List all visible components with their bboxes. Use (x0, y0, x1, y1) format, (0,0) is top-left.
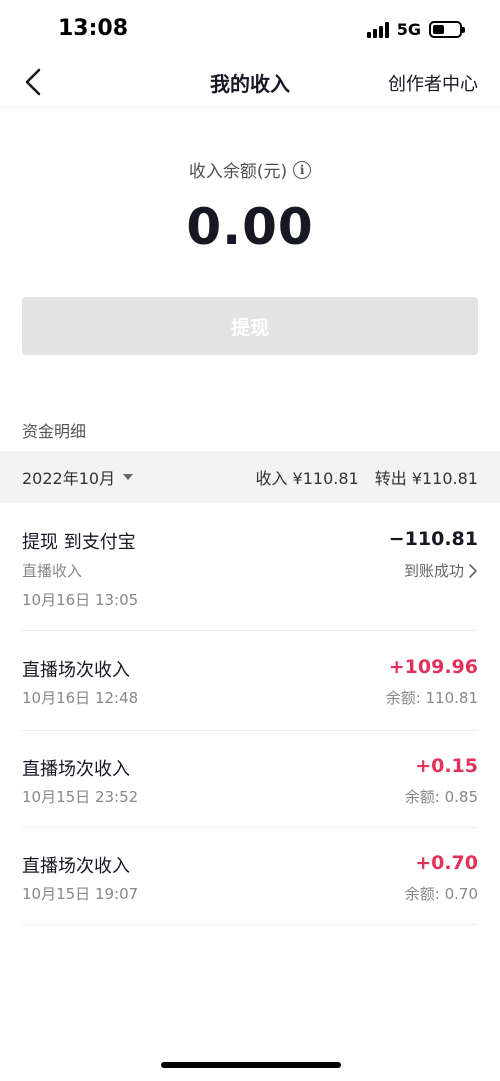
status-indicators: 5G (366, 20, 465, 39)
transaction-list: 提现 到支付宝 直播收入 10月16日 13:05 −110.81 到账成功 直… (22, 503, 478, 925)
balance-label: 收入余额(元) (188, 162, 288, 182)
status-bar: 13:08 5G (0, 0, 500, 60)
totals: 收入 ¥110.81 转出 ¥110.81 (255, 465, 478, 489)
transaction-title: 直播场次收入 (22, 660, 130, 681)
withdraw-button[interactable]: 提现 (22, 297, 478, 355)
info-icon[interactable]: i (293, 160, 312, 179)
status-time: 13:08 (58, 16, 129, 41)
transaction-amount: −110.81 (388, 528, 478, 550)
transaction-balance: 余额: 110.81 (385, 689, 478, 707)
transaction-title: 提现 到支付宝 (22, 532, 136, 553)
transaction-amount: +109.96 (388, 656, 478, 678)
creator-center-link[interactable]: 创作者中心 (388, 70, 478, 96)
month-label: 2022年10月 (22, 469, 116, 488)
balance-label-row: 收入余额(元) i (0, 157, 500, 182)
transaction-amount: +0.70 (415, 852, 478, 874)
battery-icon (429, 21, 465, 38)
transaction-balance: 余额: 0.85 (404, 788, 478, 806)
signal-icon (366, 21, 389, 38)
transaction-status-label: 到账成功 (403, 562, 464, 580)
transaction-time: 10月16日 12:48 (22, 689, 139, 707)
transaction-amount: +0.15 (415, 755, 478, 777)
nav-bar: 我的收入 创作者中心 (0, 60, 500, 108)
transaction-balance: 余额: 0.70 (404, 885, 478, 903)
transaction-time: 10月15日 23:52 (22, 788, 139, 806)
section-title: 资金明细 (22, 422, 87, 441)
transaction-time: 10月15日 19:07 (22, 885, 139, 903)
home-indicator[interactable] (161, 1062, 341, 1068)
chevron-right-icon (469, 563, 477, 578)
income-total: 收入 ¥110.81 (255, 469, 359, 488)
transaction-row[interactable]: 直播场次收入 10月15日 19:07 +0.70 余额: 0.70 (22, 828, 478, 925)
month-select[interactable]: 2022年10月 (22, 465, 134, 489)
transaction-title: 直播场次收入 (22, 856, 130, 877)
transaction-time: 10月16日 13:05 (22, 591, 139, 609)
outgoing-total: 转出 ¥110.81 (374, 469, 478, 488)
transaction-title: 直播场次收入 (22, 759, 130, 780)
network-label: 5G (396, 20, 421, 39)
balance-amount: 0.00 (186, 198, 314, 256)
transaction-subtitle: 直播收入 (22, 562, 83, 580)
transaction-row[interactable]: 直播场次收入 10月16日 12:48 +109.96 余额: 110.81 (22, 631, 478, 731)
filter-bar: 2022年10月 收入 ¥110.81 转出 ¥110.81 (0, 451, 500, 503)
caret-down-icon (123, 474, 134, 480)
transaction-status[interactable]: 到账成功 (404, 560, 478, 581)
transaction-row[interactable]: 提现 到支付宝 直播收入 10月16日 13:05 −110.81 到账成功 (22, 503, 478, 631)
transaction-row[interactable]: 直播场次收入 10月15日 23:52 +0.15 余额: 0.85 (22, 731, 478, 828)
